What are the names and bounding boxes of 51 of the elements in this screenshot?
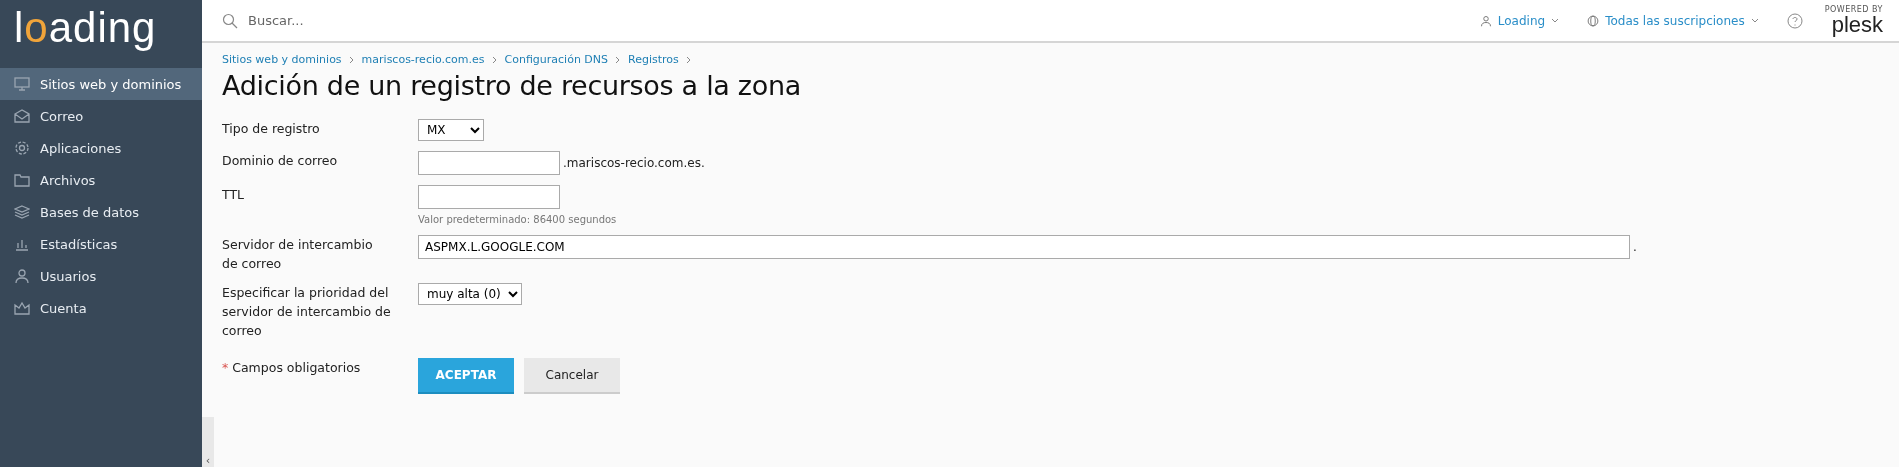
globe-icon [1587, 14, 1600, 27]
field-suffix: .mariscos-recio.com.es. [563, 156, 705, 170]
sidebar-item[interactable]: Cuenta [0, 292, 202, 324]
input-field[interactable] [418, 185, 560, 209]
sidebar-item[interactable]: Correo [0, 100, 202, 132]
field-hint: Valor predeterminado: 86400 segundos [418, 214, 618, 225]
input-field[interactable]: ASPMX.L.GOOGLE.COM [418, 235, 1630, 259]
field-label: Dominio de correo [222, 152, 339, 170]
breadcrumb-link[interactable]: Sitios web y dominios [222, 53, 342, 66]
menu-icon [14, 172, 30, 188]
field-label: Servidor de intercambio de correo [222, 236, 374, 273]
logo: loading [13, 3, 157, 53]
field-label: Especificar la prioridad del servidor de intercambio de correo [222, 284, 392, 340]
search-icon [222, 12, 238, 29]
required-note: * Campos obligatorios [222, 359, 362, 377]
sidebar-item[interactable]: Sitios web y dominios [0, 68, 202, 100]
sidebar-item[interactable]: Archivos [0, 164, 202, 196]
caret-icon [1551, 17, 1560, 24]
breadcrumb-link[interactable]: Registros [628, 53, 679, 66]
field-label: Tipo de registro [222, 120, 321, 138]
breadcrumb-link[interactable]: Configuración DNS [504, 53, 609, 66]
field-suffix: . [1633, 240, 1637, 254]
menu-icon [14, 268, 30, 284]
breadcrumb-link[interactable]: mariscos-recio.com.es [361, 53, 485, 66]
input-field[interactable] [418, 151, 560, 175]
chevron-icon [347, 55, 356, 64]
menu-icon [14, 140, 30, 156]
field-label: TTL [222, 186, 245, 204]
sidebar-item[interactable]: Estadísticas [0, 228, 202, 260]
menu-icon [14, 108, 30, 124]
brand-logo: plesk [1831, 13, 1883, 36]
sidebar-item[interactable]: Usuarios [0, 260, 202, 292]
cancel-button[interactable]: Cancelar [524, 358, 620, 394]
menu-icon [14, 300, 30, 316]
caret-icon [1750, 17, 1759, 24]
search-field[interactable]: Buscar... [246, 12, 550, 29]
brand-tagline: POWERED BY [1824, 5, 1883, 14]
select-field[interactable]: muy alta (0) [418, 283, 522, 305]
collapse-handle[interactable]: ‹ [202, 417, 214, 467]
select-field[interactable]: MX [418, 119, 484, 141]
chevron-icon [490, 55, 499, 64]
menu-icon [14, 76, 30, 92]
help-icon[interactable] [1786, 12, 1803, 29]
user-icon [1479, 14, 1492, 27]
sidebar-item[interactable]: Bases de datos [0, 196, 202, 228]
user-menu[interactable]: Loading [1479, 13, 1560, 28]
page-title: Adición de un registro de recursos a la zona [222, 70, 802, 101]
sidebar-item[interactable]: Aplicaciones [0, 132, 202, 164]
subscriptions-menu[interactable]: Todas las suscripciones [1587, 13, 1759, 28]
menu-icon [14, 204, 30, 220]
chevron-icon [684, 55, 693, 64]
